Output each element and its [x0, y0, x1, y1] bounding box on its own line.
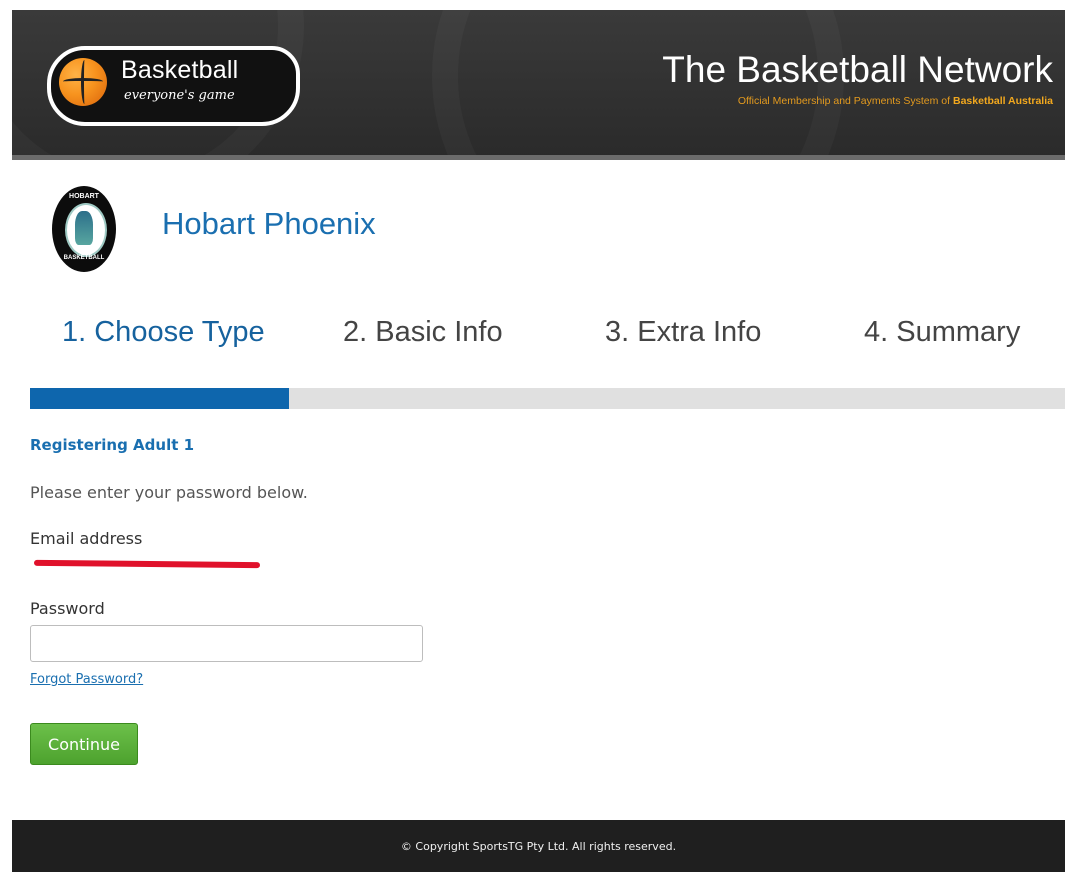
basketball-icon — [59, 58, 107, 106]
site-footer: © Copyright SportsTG Pty Ltd. All rights… — [12, 820, 1065, 872]
forgot-password-link[interactable]: Forgot Password? — [30, 671, 143, 689]
network-subtitle: Official Membership and Payments System … — [738, 95, 1053, 107]
step-choose-type: 1. Choose Type — [62, 316, 265, 348]
network-subtitle-prefix: Official Membership and Payments System … — [737, 95, 951, 107]
site-header: Basketball everyone's game The Basketbal… — [12, 10, 1065, 160]
email-label: Email address — [30, 529, 143, 548]
copyright-text: © Copyright SportsTG Pty Ltd. All rights… — [400, 839, 677, 853]
basketball-logo[interactable]: Basketball everyone's game — [47, 46, 300, 126]
step-summary: 4. Summary — [864, 316, 1021, 348]
logo-tagline: everyone's game — [124, 88, 235, 103]
club-name: Hobart Phoenix — [162, 206, 376, 241]
header-divider — [12, 155, 1065, 160]
registering-heading: Registering Adult 1 — [30, 436, 195, 454]
logo-title: Basketball — [121, 56, 239, 84]
club-badge-logo: HOBART BASKETBALL — [52, 186, 116, 272]
progress-fill — [30, 388, 289, 409]
email-redaction-mark — [33, 559, 261, 569]
password-label: Password — [30, 599, 105, 618]
step-extra-info: 3. Extra Info — [605, 316, 762, 348]
step-basic-info: 2. Basic Info — [343, 316, 503, 348]
badge-bottom-text: BASKETBALL — [63, 255, 105, 261]
progress-bar — [30, 388, 1065, 409]
network-subtitle-brand: Basketball Australia — [953, 95, 1053, 107]
badge-top-text: HOBART — [69, 193, 99, 200]
phoenix-icon — [75, 211, 93, 245]
network-title: The Basketball Network — [662, 49, 1053, 90]
continue-button-label: Continue — [48, 734, 120, 754]
intro-text: Please enter your password below. — [30, 483, 308, 502]
continue-button[interactable]: Continue — [30, 723, 138, 765]
password-input[interactable] — [30, 625, 423, 662]
